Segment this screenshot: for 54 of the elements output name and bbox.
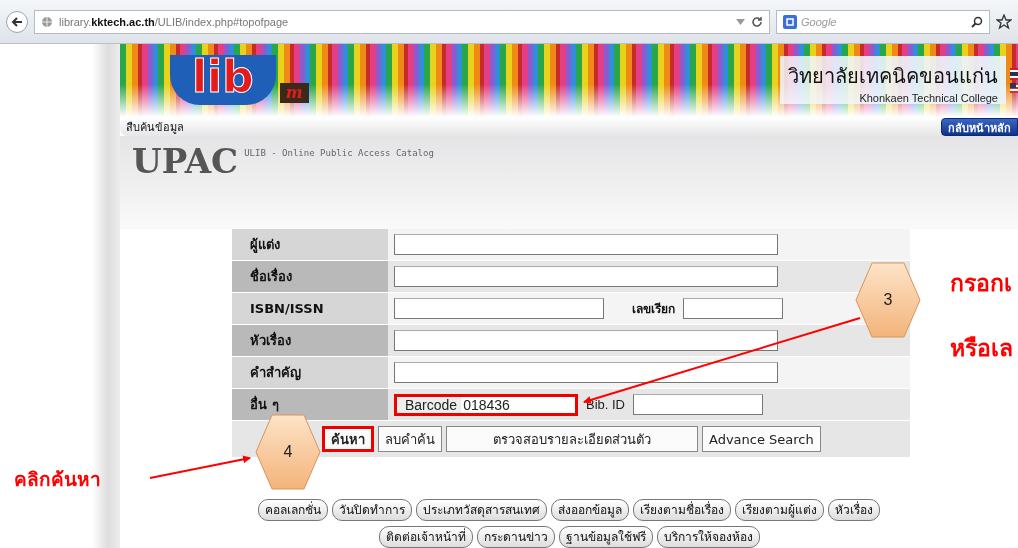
field-label: เลขเรียก <box>632 301 675 318</box>
search-placeholder: Google <box>801 15 838 28</box>
search-icon[interactable] <box>971 15 983 28</box>
college-name-thai: วิทยาลัยเทคนิคขอนแก่น <box>788 63 998 91</box>
text-field[interactable] <box>394 266 778 287</box>
link-pill[interactable]: ติดต่อเจ้าหน้าที่ <box>378 526 473 548</box>
step-number: 4 <box>283 443 293 461</box>
text-field[interactable] <box>394 362 778 383</box>
catalog-subtitle: ULIB - Online Public Access Catalog <box>244 148 434 159</box>
annotation-note: หรือเล <box>950 334 1013 363</box>
link-pill[interactable]: ส่งออกข้อมูล <box>551 499 629 521</box>
form-button[interactable]: ลบคำค้น <box>378 426 442 452</box>
flag-icon[interactable] <box>1010 67 1018 80</box>
catalog-title: UPAC <box>132 144 239 179</box>
globe-icon <box>41 15 53 28</box>
annotation-note: คลิกค้นหา <box>14 467 101 492</box>
text-field[interactable] <box>683 298 783 319</box>
flag-icon[interactable] <box>1010 82 1018 93</box>
link-pill[interactable]: ประเภทวัสดุสารสนเทศ <box>416 499 547 521</box>
link-pill[interactable]: กระดานข่าว <box>476 526 555 548</box>
link-pill[interactable]: ฐานข้อมูลใช้ฟรี <box>558 526 653 548</box>
dropdown-icon[interactable] <box>736 18 745 25</box>
logo-mark: m <box>279 82 309 103</box>
link-pill[interactable]: คอลเลกชั่น <box>258 499 328 521</box>
text-field[interactable] <box>633 394 763 415</box>
barcode-field[interactable]: Barcode 018436 <box>394 393 578 416</box>
link-pill[interactable]: บริการให้จองห้อง <box>656 526 760 548</box>
field-label: คำสำคัญ <box>232 357 388 388</box>
back-arrow-icon <box>11 15 23 28</box>
field-label: หัวเรื่อง <box>232 325 388 356</box>
field-label: ผู้แต่ง <box>232 229 388 260</box>
reload-icon[interactable] <box>751 15 763 28</box>
search-engine-icon <box>783 14 797 29</box>
link-pill[interactable]: เรียงตามชื่อเรื่อง <box>633 499 731 521</box>
back-button[interactable] <box>6 10 28 33</box>
form-button[interactable]: ค้นหา <box>322 426 374 452</box>
field-label: อื่น ๆ <box>232 389 388 420</box>
link-pill[interactable]: หัวเรื่อง <box>828 499 880 521</box>
field-label: ชื่อเรื่อง <box>232 261 388 292</box>
form-button[interactable]: ตรวจสอบรายละเอียดส่วนตัว <box>446 426 698 452</box>
step-number: 3 <box>883 291 893 309</box>
address-bar[interactable]: library.kktech.ac.th/ULIB/index.php#topofpage <box>34 9 770 34</box>
field-label: ISBN/ISSN <box>232 293 388 324</box>
nav-title: สืบค้นข้อมูล <box>126 119 184 136</box>
college-name-english: Khonkaen Technical College <box>859 92 998 105</box>
form-button[interactable]: Advance Search <box>702 426 821 452</box>
home-button[interactable]: กลับหน้าหลัก <box>941 117 1018 136</box>
link-pill[interactable]: เรียงตามผู้แต่ง <box>735 499 824 521</box>
text-field[interactable] <box>394 298 604 319</box>
link-pill[interactable]: วันปิดทำการ <box>332 499 412 521</box>
text-field[interactable] <box>394 234 778 255</box>
annotation-note: กรอกเ <box>950 269 1012 298</box>
star-icon[interactable] <box>996 13 1012 30</box>
text-field[interactable] <box>394 330 778 351</box>
